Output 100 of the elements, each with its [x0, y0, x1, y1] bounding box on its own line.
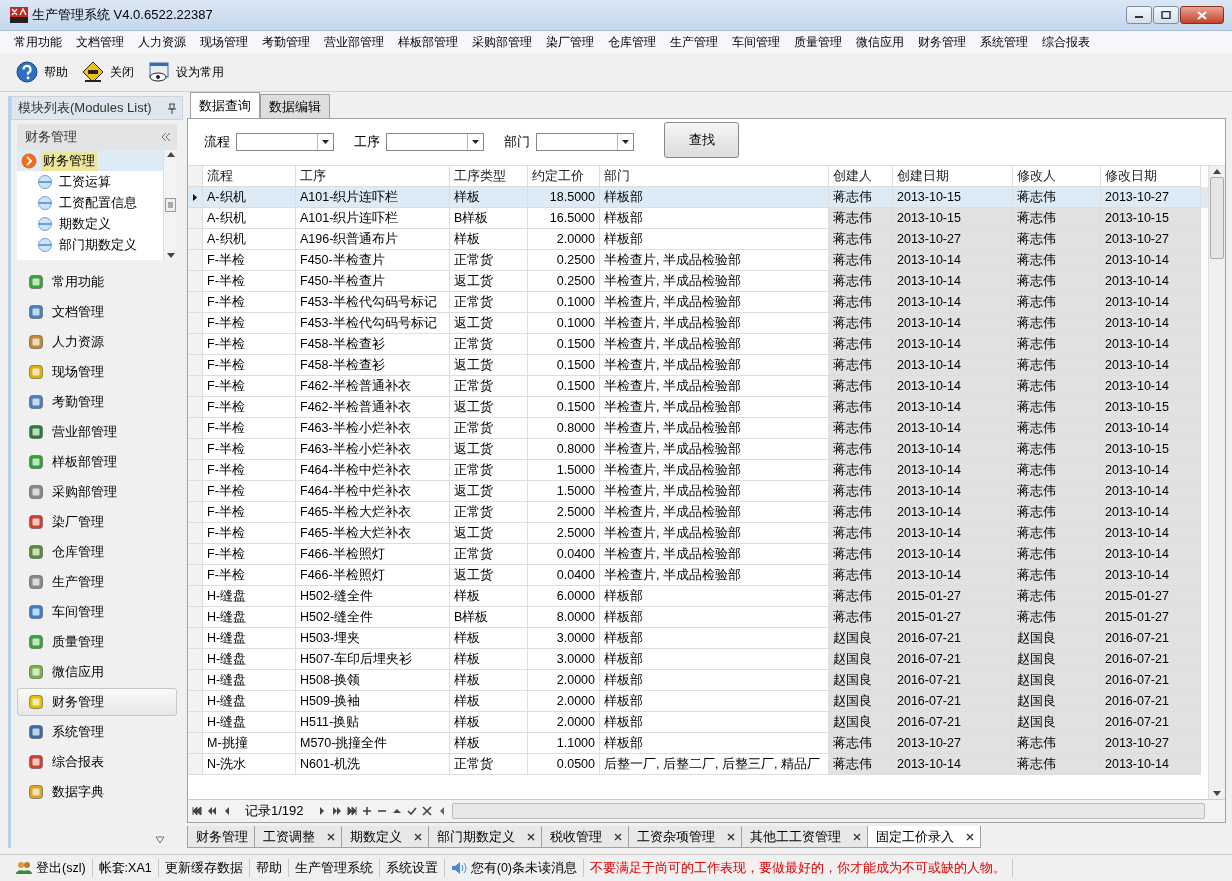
cancel-icon[interactable] [421, 806, 432, 816]
column-header[interactable]: 工序类型 [450, 166, 528, 187]
maximize-button[interactable] [1153, 6, 1179, 24]
document-tab[interactable]: 期数定义 [341, 826, 429, 848]
menu-item[interactable]: 样板部管理 [392, 31, 464, 53]
column-header[interactable]: 创建人 [829, 166, 893, 187]
menu-item[interactable]: 常用功能 [8, 31, 68, 53]
module-button[interactable]: 考勤管理 [17, 388, 177, 416]
menu-item[interactable]: 综合报表 [1036, 31, 1096, 53]
module-button[interactable]: 车间管理 [17, 598, 177, 626]
column-header[interactable]: 约定工价 [528, 166, 600, 187]
scroll-up-icon [1213, 169, 1221, 174]
menu-item[interactable]: 财务管理 [912, 31, 972, 53]
module-button[interactable]: 数据字典 [17, 778, 177, 806]
tree-item[interactable]: 工资运算 [17, 171, 163, 192]
module-button[interactable]: 系统管理 [17, 718, 177, 746]
message-link[interactable]: 您有(0)条未读消息 [444, 859, 584, 877]
column-header[interactable]: 部门 [600, 166, 829, 187]
document-tab[interactable]: 其他工工资管理 [741, 826, 868, 848]
set-favorite-button[interactable]: 设为常用 [146, 59, 226, 85]
table-row[interactable]: A-织机 A101-织片连吓栏 样板 18.5000 样板部 蒋志伟 2013-10-15 蒋志伟 2013-10-27 [188, 187, 1208, 208]
tree-item[interactable]: 财务管理 [17, 150, 163, 171]
check-icon[interactable] [406, 806, 417, 816]
document-tab[interactable]: 工资调整 [254, 826, 342, 848]
tree-item[interactable]: 期数定义 [17, 213, 163, 234]
dropdown-field[interactable] [536, 133, 634, 151]
status-link[interactable]: 帮助 [249, 859, 289, 877]
module-button[interactable]: 仓库管理 [17, 538, 177, 566]
column-header[interactable]: 修改日期 [1101, 166, 1201, 187]
document-tab[interactable]: 固定工价录入 [867, 826, 981, 848]
module-button[interactable]: 采购部管理 [17, 478, 177, 506]
horizontal-scrollbar[interactable] [451, 803, 1205, 819]
pin-icon[interactable] [168, 102, 176, 114]
tab[interactable]: 数据查询 [190, 92, 260, 118]
menu-item[interactable]: 车间管理 [726, 31, 786, 53]
document-tab[interactable]: 部门期数定义 [428, 826, 542, 848]
module-button[interactable]: 财务管理 [17, 688, 177, 716]
module-button[interactable]: 微信应用 [17, 658, 177, 686]
close-button[interactable] [1180, 6, 1224, 24]
menu-item[interactable]: 生产管理 [664, 31, 724, 53]
document-tab[interactable]: 财务管理 [187, 826, 255, 848]
menu-item[interactable]: 系统管理 [974, 31, 1034, 53]
collapse-icon[interactable] [161, 132, 171, 142]
column-header[interactable]: 修改人 [1013, 166, 1101, 187]
menu-item[interactable]: 质量管理 [788, 31, 848, 53]
module-button[interactable]: 现场管理 [17, 358, 177, 386]
group-header[interactable]: 财务管理 [17, 124, 177, 150]
add-icon[interactable] [361, 806, 372, 816]
module-button[interactable]: 常用功能 [17, 268, 177, 296]
close-icon[interactable] [527, 832, 535, 841]
menu-item[interactable]: 人力资源 [132, 31, 192, 53]
tab[interactable]: 数据编辑 [260, 94, 330, 118]
status-link[interactable]: 更新缓存数据 [158, 859, 250, 877]
dropdown-field[interactable] [386, 133, 484, 151]
close-icon[interactable] [966, 832, 974, 841]
menu-item[interactable]: 微信应用 [850, 31, 910, 53]
search-button[interactable]: 查找 [664, 122, 739, 158]
module-button[interactable]: 综合报表 [17, 748, 177, 776]
module-button[interactable]: 营业部管理 [17, 418, 177, 446]
module-button[interactable]: 样板部管理 [17, 448, 177, 476]
column-header[interactable]: 工序 [296, 166, 450, 187]
status-link[interactable]: 系统设置 [379, 859, 445, 877]
document-tab[interactable]: 税收管理 [541, 826, 629, 848]
logout-link[interactable]: 登出(szl) [10, 859, 93, 877]
close-icon[interactable] [327, 832, 335, 841]
module-button[interactable]: 染厂管理 [17, 508, 177, 536]
module-button[interactable]: 生产管理 [17, 568, 177, 596]
help-button[interactable]: 帮助 [14, 59, 70, 85]
move-up-icon[interactable] [391, 806, 402, 816]
module-button[interactable]: 质量管理 [17, 628, 177, 656]
column-header[interactable]: 流程 [203, 166, 296, 187]
tree-item[interactable]: 部门期数定义 [17, 234, 163, 255]
next-page-icon[interactable] [331, 806, 342, 816]
menu-item[interactable]: 考勤管理 [256, 31, 316, 53]
close-icon[interactable] [727, 832, 735, 841]
minimize-button[interactable] [1126, 6, 1152, 24]
previous-page-icon[interactable] [207, 806, 217, 816]
close-icon[interactable] [853, 832, 861, 841]
menu-item[interactable]: 文档管理 [70, 31, 130, 53]
vertical-scrollbar[interactable] [1208, 166, 1225, 799]
first-page-icon[interactable] [192, 806, 202, 816]
menu-item[interactable]: 染厂管理 [540, 31, 600, 53]
row-header[interactable] [188, 187, 203, 208]
menu-item[interactable]: 现场管理 [194, 31, 254, 53]
close-button[interactable]: 关闭 [80, 59, 136, 85]
module-button[interactable]: 人力资源 [17, 328, 177, 356]
tree-item[interactable]: 工资配置信息 [17, 192, 163, 213]
more-icon[interactable] [155, 836, 165, 844]
scroll-thumb[interactable] [1210, 177, 1224, 259]
menu-item[interactable]: 仓库管理 [602, 31, 662, 53]
menu-item[interactable]: 营业部管理 [318, 31, 390, 53]
dropdown-field[interactable] [236, 133, 334, 151]
document-tab[interactable]: 工资杂项管理 [628, 826, 742, 848]
close-icon[interactable] [414, 832, 422, 841]
last-page-icon[interactable] [346, 806, 357, 816]
close-icon[interactable] [614, 832, 622, 841]
column-header[interactable]: 创建日期 [893, 166, 1013, 187]
menu-item[interactable]: 采购部管理 [466, 31, 538, 53]
module-button[interactable]: 文档管理 [17, 298, 177, 326]
status-link[interactable]: 生产管理系统 [288, 859, 380, 877]
